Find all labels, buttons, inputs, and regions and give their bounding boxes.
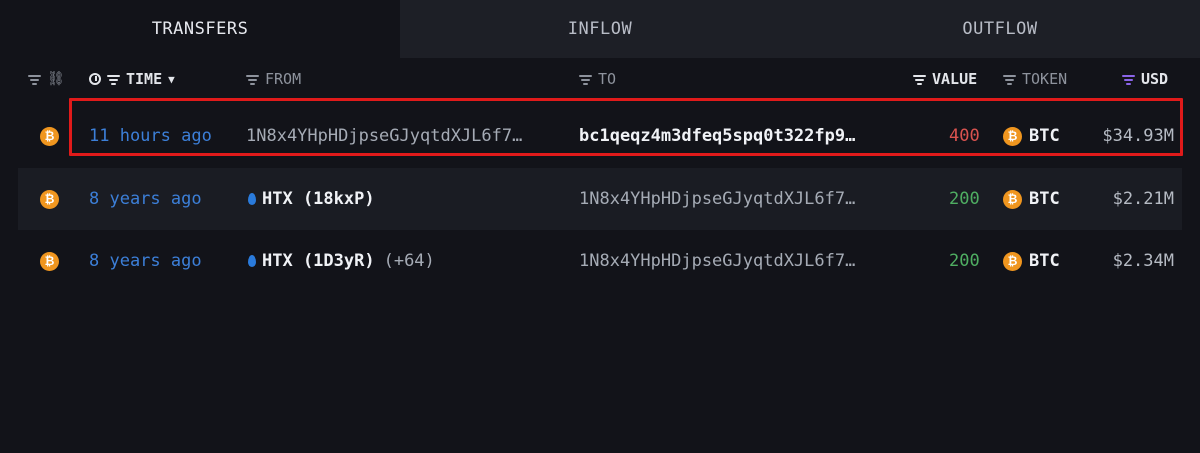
to-address[interactable]: 1N8x4YHpHDjpseGJyqtdXJL6f7…	[579, 168, 855, 230]
bitcoin-icon: ₿	[40, 189, 59, 209]
column-header-value[interactable]: VALUE	[913, 62, 977, 96]
filter-icon[interactable]	[1122, 74, 1135, 85]
token-cell[interactable]: ₿ BTC	[1003, 230, 1060, 292]
filter-icon[interactable]	[246, 74, 259, 85]
column-label-to: TO	[598, 70, 617, 88]
sort-desc-icon[interactable]: ▼	[168, 73, 175, 86]
transfer-value: 200	[949, 189, 980, 209]
table-header: ⛓ TIME ▼ FROM TO VALUE TOKEN USD	[0, 62, 1200, 96]
token-label: BTC	[1029, 189, 1060, 209]
tab-bar: TRANSFERS INFLOW OUTFLOW	[0, 0, 1200, 58]
token-cell[interactable]: ₿ BTC	[1003, 168, 1060, 230]
column-label-from: FROM	[265, 70, 302, 88]
filter-icon[interactable]	[913, 74, 926, 85]
filter-icon[interactable]	[579, 74, 592, 85]
column-label-usd: USD	[1141, 70, 1169, 88]
to-address[interactable]: 1N8x4YHpHDjpseGJyqtdXJL6f7…	[579, 230, 855, 292]
filter-icon[interactable]	[107, 74, 120, 85]
usd-value: $2.21M	[1112, 189, 1174, 209]
from-entity[interactable]: HTX (1D3yR) (+64)	[248, 230, 435, 292]
column-header-token[interactable]: TOKEN	[1003, 62, 1067, 96]
column-header-time[interactable]: TIME ▼	[89, 62, 175, 96]
htx-drop-icon	[248, 193, 256, 205]
token-label: BTC	[1029, 251, 1060, 271]
column-header-from[interactable]: FROM	[246, 62, 301, 96]
link-icon[interactable]: ⛓	[47, 71, 65, 87]
from-entity[interactable]: HTX (18kxP)	[248, 168, 375, 230]
table-row[interactable]: ₿ 8 years ago HTX (18kxP) 1N8x4YHpHDjpse…	[18, 168, 1182, 230]
column-label-time: TIME	[126, 70, 163, 88]
from-entity-extra-count[interactable]: (+64)	[384, 251, 435, 271]
column-header-to[interactable]: TO	[579, 62, 616, 96]
highlight-box	[69, 98, 1183, 156]
row-filter-control[interactable]: ⛓	[28, 62, 65, 96]
column-label-value: VALUE	[932, 70, 978, 88]
tab-outflow[interactable]: OUTFLOW	[800, 0, 1200, 58]
filter-icon[interactable]	[28, 74, 41, 85]
tab-transfers[interactable]: TRANSFERS	[0, 0, 400, 58]
tab-inflow[interactable]: INFLOW	[400, 0, 800, 58]
table-row[interactable]: ₿ 8 years ago HTX (1D3yR) (+64) 1N8x4YHp…	[18, 230, 1182, 292]
column-label-token: TOKEN	[1022, 70, 1068, 88]
bitcoin-icon: ₿	[1003, 251, 1022, 271]
transfer-value: 200	[949, 251, 980, 271]
usd-value: $2.34M	[1112, 251, 1174, 271]
time-link[interactable]: 8 years ago	[89, 230, 202, 292]
clock-icon[interactable]	[89, 73, 101, 85]
column-header-usd[interactable]: USD	[1122, 62, 1168, 96]
htx-drop-icon	[248, 255, 256, 267]
from-entity-label: HTX (1D3yR)	[262, 251, 375, 271]
from-entity-label: HTX (18kxP)	[262, 189, 375, 209]
filter-icon[interactable]	[1003, 74, 1016, 85]
time-link[interactable]: 8 years ago	[89, 168, 202, 230]
bitcoin-icon: ₿	[40, 251, 59, 271]
bitcoin-icon: ₿	[1003, 189, 1022, 209]
bitcoin-icon: ₿	[40, 126, 59, 146]
